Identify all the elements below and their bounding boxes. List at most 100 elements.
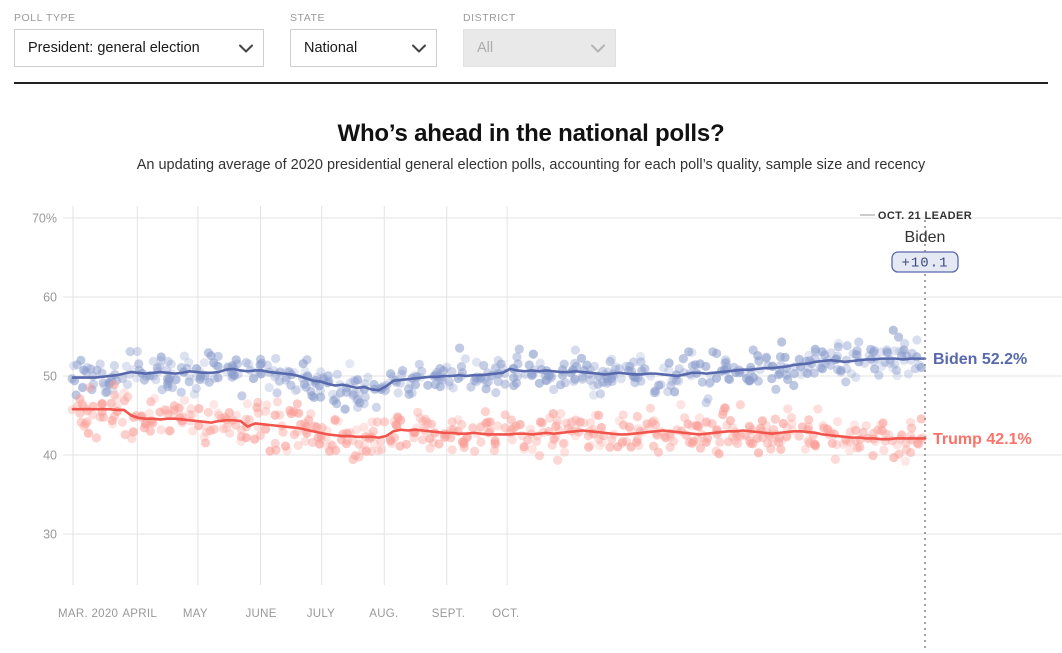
poll-dot — [476, 437, 486, 447]
poll-dot — [237, 391, 247, 401]
poll-dot — [85, 383, 95, 393]
poll-dot — [194, 404, 204, 414]
chevron-down-icon — [239, 44, 253, 53]
poll-dot — [761, 352, 772, 362]
poll-dot — [649, 416, 659, 426]
poll-dot — [842, 341, 852, 351]
poll-dot — [107, 419, 118, 429]
poll-dot — [585, 440, 596, 450]
poll-dot — [231, 355, 241, 365]
control-group-district: DISTRICT All — [463, 12, 616, 67]
poll-dot — [770, 414, 780, 424]
poll-dot — [480, 407, 490, 417]
poll-dot — [528, 349, 538, 359]
poll-dot — [155, 407, 165, 417]
poll-dot — [630, 378, 640, 388]
poll-dot — [776, 444, 786, 454]
poll-dot — [874, 370, 884, 380]
poll-dot — [560, 447, 570, 457]
page-subtitle: An updating average of 2020 presidential… — [136, 157, 926, 173]
poll-dot — [330, 415, 340, 425]
poll-dot — [515, 419, 525, 430]
poll-dot — [851, 425, 861, 435]
poll-dot — [331, 445, 341, 455]
poll-dot — [889, 453, 899, 463]
poll-dot — [711, 373, 722, 383]
poll-type-select[interactable]: President: general election — [14, 29, 264, 67]
poll-dot — [470, 446, 480, 456]
poll-dot — [718, 410, 728, 420]
poll-dot — [514, 344, 524, 354]
poll-dot — [695, 443, 706, 453]
poll-dot — [272, 397, 283, 407]
poll-dot — [561, 418, 572, 428]
poll-dot — [570, 345, 581, 355]
poll-dot — [360, 392, 370, 402]
poll-dot — [653, 447, 664, 457]
poll-dot — [913, 439, 924, 449]
poll-scatter-dots — [67, 325, 928, 466]
poll-dot — [868, 451, 878, 461]
poll-dot — [169, 401, 179, 411]
poll-dot — [882, 345, 892, 355]
poll-dot — [753, 448, 764, 458]
poll-dot — [669, 436, 679, 446]
poll-dot — [447, 445, 457, 455]
poll-dot — [82, 362, 93, 373]
poll-dot — [209, 399, 219, 410]
poll-dot — [271, 353, 281, 364]
poll-dot — [789, 380, 799, 391]
poll-dot — [200, 375, 210, 385]
poll-dot — [176, 387, 186, 397]
poll-dot — [854, 337, 864, 347]
leader-margin-value: +10.1 — [901, 256, 948, 272]
poll-dot — [231, 410, 241, 420]
x-axis-tick: JULY — [307, 608, 335, 620]
poll-dot — [491, 388, 501, 398]
x-axis-tick: APRIL — [122, 608, 157, 620]
poll-dot — [912, 335, 922, 345]
poll-dot — [632, 411, 643, 422]
poll-dot — [903, 369, 914, 379]
poll-dot — [244, 415, 254, 425]
poll-dot — [861, 421, 871, 431]
poll-dot — [448, 383, 458, 393]
x-axis-tick: MAR. 2020 — [58, 608, 118, 620]
poll-dot — [95, 359, 105, 369]
poll-dot — [289, 430, 299, 440]
control-group-poll-type: POLL TYPE President: general election — [14, 12, 264, 67]
poll-dot — [261, 406, 271, 416]
poll-dot — [688, 436, 699, 446]
poll-dot — [558, 439, 568, 449]
poll-dot — [660, 431, 670, 441]
poll-dot — [645, 403, 656, 413]
poll-dot — [229, 370, 240, 381]
poll-dot — [366, 446, 376, 457]
poll-dot — [527, 444, 537, 454]
poll-dot — [780, 352, 790, 362]
poll-dot — [701, 361, 711, 372]
poll-dot — [272, 388, 282, 398]
x-axis-tick: SEPT. — [432, 608, 465, 620]
poll-dot — [715, 437, 725, 447]
poll-dot — [786, 412, 797, 423]
poll-dot — [513, 371, 523, 381]
leader-kicker: OCT. 21 LEADER — [878, 210, 972, 222]
poll-dot — [900, 456, 911, 466]
poll-dot — [778, 418, 788, 429]
poll-dot — [892, 440, 902, 450]
state-select[interactable]: National — [290, 29, 437, 67]
poll-dot — [914, 360, 924, 370]
poll-dot — [597, 437, 607, 447]
poll-dot — [711, 446, 721, 456]
poll-type-value: President: general election — [28, 40, 200, 56]
poll-dot — [127, 433, 137, 444]
poll-dot — [340, 404, 350, 414]
poll-dot — [151, 375, 161, 385]
poll-dot — [509, 381, 519, 391]
poll-dot — [150, 393, 160, 403]
poll-dot — [125, 347, 135, 357]
poll-dot — [435, 382, 445, 392]
poll-dot — [571, 415, 581, 425]
y-axis-tick: 40 — [43, 449, 57, 463]
